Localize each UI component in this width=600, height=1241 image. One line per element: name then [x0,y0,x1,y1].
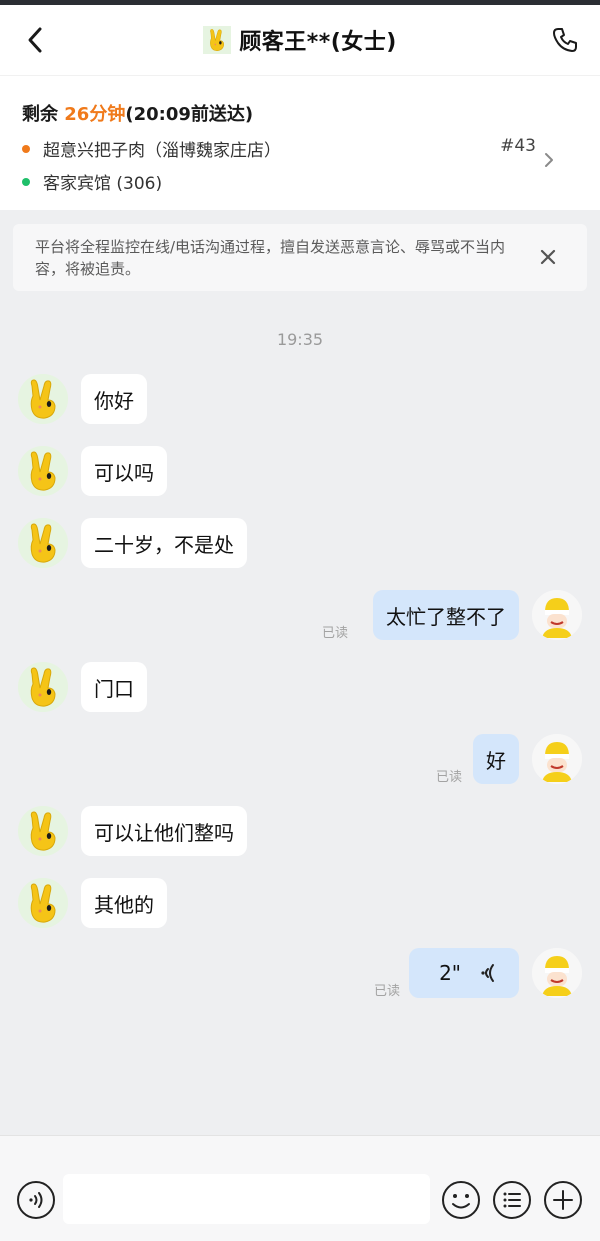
voice-wave-icon [481,964,494,982]
chat-message: 可以吗 [0,446,600,502]
read-status: 已读 [321,626,348,641]
message-input[interactable] [63,1174,430,1224]
chat-header: 顾客王**(女士) [0,5,600,75]
notice-text: 平台将全程监控在线/电话沟通过程，擅自发送恶意言论、辱骂或不当内容，将被追责。 [35,238,506,278]
customer-avatar[interactable] [18,374,68,424]
chat-message: 门口 [0,662,600,718]
chevron-right-icon[interactable] [542,151,556,169]
pickup-address: 超意兴把子肉（淄博魏家庄店） [22,136,281,161]
voice-icon[interactable] [16,1180,56,1220]
customer-avatar [203,26,232,54]
platform-notice: 平台将全程监控在线/电话沟通过程，擅自发送恶意言论、辱骂或不当内容，将被追责。 [13,224,587,291]
read-status: 已读 [373,984,400,999]
dropoff-dot-icon [22,177,30,186]
message-bubble[interactable]: 可以让他们整吗 [81,806,247,856]
customer-avatar[interactable] [18,518,68,568]
message-bubble-outgoing[interactable]: 好 [473,734,519,784]
customer-avatar[interactable] [18,806,68,856]
message-bubble[interactable]: 可以吗 [81,446,167,496]
chat-message-outgoing: 已读 好 [0,734,600,790]
chat-timestamp: 19:35 [276,330,324,349]
input-bar [0,1135,600,1241]
emoji-icon[interactable] [441,1180,481,1220]
chat-message: 二十岁，不是处 [0,518,600,574]
message-bubble[interactable]: 二十岁，不是处 [81,518,247,568]
pickup-name: 超意兴把子肉（淄博魏家庄店） [43,141,281,161]
message-bubble-outgoing[interactable]: 太忙了整不了 [373,590,519,640]
order-number: #43 [500,136,536,156]
dropoff-name: 客家宾馆 (306) [43,174,163,194]
dropoff-address: 客家宾馆 (306) [22,169,162,194]
call-button[interactable] [548,23,582,57]
chat-message-outgoing: 已读 2" [0,948,600,1004]
my-avatar[interactable] [532,948,582,998]
deliver-by: (20:09前送达) [125,104,254,125]
my-avatar[interactable] [532,590,582,640]
customer-name: 顾客王**(女士) [239,30,397,55]
order-card[interactable]: 剩余 26分钟(20:09前送达) 超意兴把子肉（淄博魏家庄店） 客家宾馆 (3… [0,75,600,210]
phone-icon [553,28,577,52]
message-bubble[interactable]: 你好 [81,374,147,424]
voice-message-bubble[interactable]: 2" [409,948,519,998]
chevron-left-icon [28,27,42,53]
customer-avatar[interactable] [18,446,68,496]
header-title: 顾客王**(女士) [203,24,397,56]
pickup-dot-icon [22,144,30,153]
chat-message: 其他的 [0,878,600,934]
chat-message: 你好 [0,374,600,430]
remaining-time: 剩余 26分钟(20:09前送达) [22,100,253,126]
remaining-minutes: 26分钟 [64,104,126,125]
my-avatar[interactable] [532,734,582,784]
customer-avatar[interactable] [18,662,68,712]
message-bubble[interactable]: 其他的 [81,878,167,928]
read-status: 已读 [435,770,462,785]
close-icon[interactable] [537,246,559,268]
customer-avatar[interactable] [18,878,68,928]
remaining-label: 剩余 [22,104,65,125]
chat-message-outgoing: 已读 太忙了整不了 [0,590,600,646]
plus-icon[interactable] [543,1180,583,1220]
quick-reply-icon[interactable] [492,1180,532,1220]
voice-duration: 2" [439,961,461,985]
chat-message: 可以让他们整吗 [0,806,600,862]
message-bubble[interactable]: 门口 [81,662,147,712]
back-button[interactable] [18,23,52,57]
